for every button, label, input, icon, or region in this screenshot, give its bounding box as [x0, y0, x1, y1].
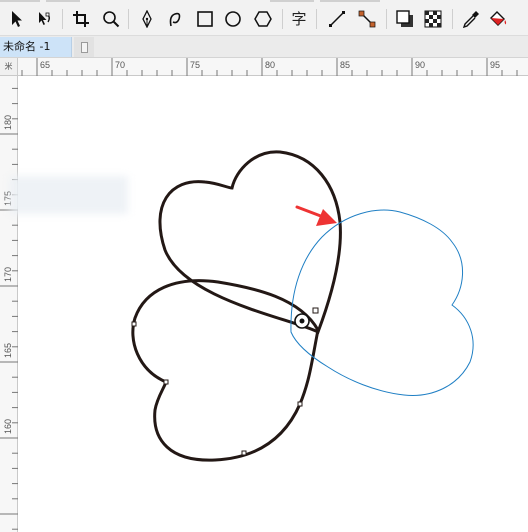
- toolbar-separator: [386, 9, 387, 29]
- magnifier-icon: [103, 11, 120, 28]
- ruler-label: 95: [490, 60, 500, 70]
- rectangle-icon: [197, 11, 213, 27]
- curve-tool-button[interactable]: [164, 8, 186, 30]
- text-icon: 字: [291, 9, 307, 28]
- toolbar-separator: [282, 9, 283, 29]
- ruler-label: 90: [415, 60, 425, 70]
- toolbar-separator: [452, 9, 453, 29]
- checkerboard-icon: [424, 10, 442, 28]
- line-icon: [329, 11, 345, 27]
- shape-node-icon: [39, 12, 50, 25]
- ruler-label: 70: [115, 60, 125, 70]
- blurred-overlay: [10, 176, 128, 214]
- ruler-origin-corner[interactable]: 米: [0, 58, 18, 76]
- pen-tool-button[interactable]: [136, 8, 158, 30]
- ruler-label: 65: [40, 60, 50, 70]
- document-icon: [80, 41, 88, 53]
- pick-tool-button[interactable]: [6, 8, 28, 30]
- text-tool-button[interactable]: 字: [288, 8, 310, 30]
- toolbar-top-edge: [320, 0, 380, 2]
- ruler-label: 180: [3, 115, 13, 130]
- drawing-canvas[interactable]: [19, 77, 528, 532]
- zoom-tool-button[interactable]: [100, 8, 122, 30]
- node-handle[interactable]: [131, 321, 137, 327]
- shadow-icon: [396, 10, 413, 27]
- toolbar-separator: [316, 9, 317, 29]
- ellipse-tool-button[interactable]: [222, 8, 244, 30]
- rectangle-tool-button[interactable]: [194, 8, 216, 30]
- drawing-surface: [131, 150, 474, 462]
- horizontal-ruler[interactable]: 65 70 75 80 85 90 95: [18, 58, 528, 76]
- crop-tool-button[interactable]: [70, 8, 92, 30]
- arrow-pointer-icon: [12, 11, 22, 27]
- rotation-center-icon[interactable]: [294, 313, 310, 329]
- horizontal-ruler-scale: 65 70 75 80 85 90 95: [21, 58, 518, 76]
- node-handle[interactable]: [312, 307, 319, 314]
- eyedropper-tool-button[interactable]: [460, 8, 482, 30]
- transparency-tool-button[interactable]: [422, 8, 444, 30]
- shape-tool-button[interactable]: [34, 8, 56, 30]
- ruler-label: 80: [265, 60, 275, 70]
- polygon-tool-button[interactable]: [252, 8, 274, 30]
- eyedropper-icon: [462, 11, 479, 28]
- ellipse-icon: [225, 11, 241, 27]
- node-handle[interactable]: [297, 401, 303, 407]
- selected-heart-outline[interactable]: [290, 209, 474, 396]
- ruler-label: 75: [190, 60, 200, 70]
- drop-shadow-tool-button[interactable]: [394, 8, 416, 30]
- ruler-label: 160: [3, 419, 13, 434]
- toolbar-top-edge: [0, 0, 40, 2]
- main-toolbar: 字: [0, 0, 528, 36]
- ruler-label: 85: [340, 60, 350, 70]
- ruler-label: 170: [3, 267, 13, 282]
- toolbar-top-edge: [270, 0, 314, 2]
- upper-heart-shape[interactable]: [158, 150, 342, 335]
- node-handle[interactable]: [241, 450, 247, 456]
- toolbar-separator: [128, 9, 129, 29]
- vertical-ruler[interactable]: 180 175 170 165 160: [0, 76, 18, 532]
- vertical-ruler-scale: 180175170165160: [0, 87, 18, 530]
- document-tab[interactable]: 未命名 -1: [0, 37, 72, 57]
- fill-bucket-icon: [490, 11, 507, 26]
- curve-icon: [169, 12, 181, 27]
- crop-icon: [73, 11, 89, 27]
- connector-icon: [358, 10, 376, 28]
- new-document-tab[interactable]: [74, 37, 94, 57]
- ruler-label: 165: [3, 343, 13, 358]
- pen-nib-icon: [142, 10, 152, 28]
- lower-heart-shape[interactable]: [131, 279, 320, 462]
- toolbar-separator: [62, 9, 63, 29]
- red-arrow-icon: [295, 205, 337, 226]
- connector-tool-button[interactable]: [356, 8, 378, 30]
- document-tab-bar: 未命名 -1: [0, 36, 528, 58]
- polygon-icon: [254, 11, 272, 27]
- node-handle[interactable]: [163, 379, 169, 385]
- toolbar-top-edge: [46, 0, 80, 2]
- fill-tool-button[interactable]: [488, 8, 510, 30]
- line-tool-button[interactable]: [326, 8, 348, 30]
